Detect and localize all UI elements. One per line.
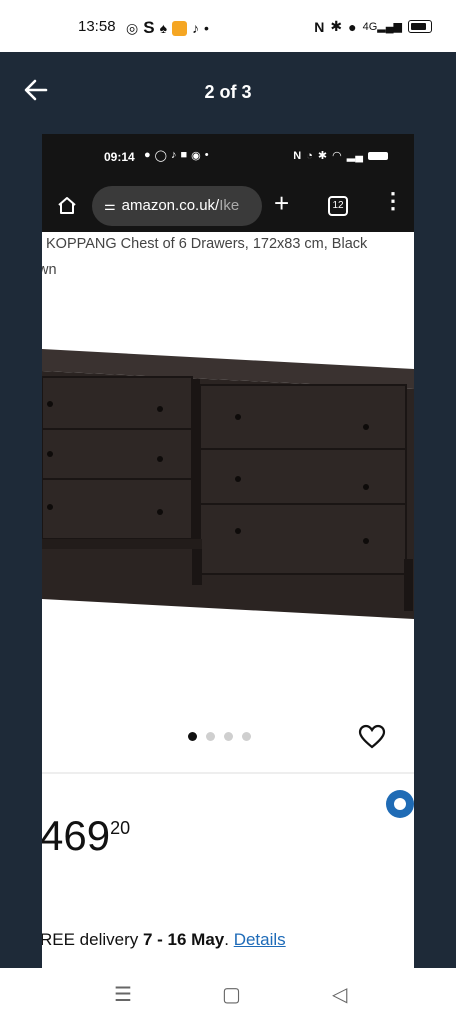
battery-icon <box>368 151 388 160</box>
home-button-icon[interactable]: ▢ <box>222 982 241 1007</box>
heart-icon[interactable] <box>358 724 386 750</box>
dot-icon: • <box>204 149 209 161</box>
image-viewer: 2 of 3 09:14 ● ◯ ♪ ■ ◉ • N ◔ ✱ ◠ ▂▄ ⚌ am… <box>0 52 456 968</box>
tiktok-icon: ♪ <box>192 20 199 36</box>
location-icon: ● <box>348 18 357 35</box>
new-tab-icon[interactable]: + <box>274 188 289 219</box>
product-title-continued: wn <box>42 262 57 278</box>
nfc-icon: N <box>293 149 302 162</box>
inner-status-time: 09:14 <box>104 150 135 164</box>
record-icon: ◉ <box>191 150 201 162</box>
floating-action-icon[interactable] <box>386 790 414 818</box>
delivery-dates: 7 - 16 May <box>142 930 225 949</box>
taobao-icon <box>172 20 187 36</box>
delivery-prefix: REE delivery <box>42 930 143 949</box>
navigation-bar: ☰ ▢ ◁ <box>0 968 456 1024</box>
inner-status-bar: 09:14 ● ◯ ♪ ■ ◉ • N ◔ ✱ ◠ ▂▄ <box>42 134 414 180</box>
address-bar[interactable]: ⚌ amazon.co.uk/Ike <box>92 186 262 226</box>
nfc-icon: N <box>314 18 325 35</box>
details-link[interactable]: Details <box>234 930 286 949</box>
back-icon[interactable]: ◁ <box>332 982 347 1007</box>
browser-toolbar: ⚌ amazon.co.uk/Ike + 12 ⋮ <box>42 180 414 232</box>
url-host: amazon.co.uk/ <box>121 197 220 214</box>
signal-icon: ▂▄ <box>346 150 363 162</box>
status-icons-left: ◎ S ♠ ♪ • <box>126 18 209 38</box>
bluetooth-icon: ✱ <box>330 18 343 34</box>
dot-icon: • <box>204 20 209 36</box>
home-icon[interactable] <box>56 194 78 216</box>
screenshot-image[interactable]: 09:14 ● ◯ ♪ ■ ◉ • N ◔ ✱ ◠ ▂▄ ⚌ amazon.co… <box>42 134 414 968</box>
image-counter: 2 of 3 <box>204 82 252 102</box>
signal-icon: 4G▂▄▆ <box>362 21 402 33</box>
carousel-dot[interactable] <box>224 732 233 741</box>
tiktok-icon: ♪ <box>170 149 177 161</box>
more-menu-icon[interactable]: ⋮ <box>382 188 404 214</box>
alarm-icon: ◔ <box>306 149 313 162</box>
battery-icon <box>408 20 432 33</box>
inner-status-icons-left: ● ◯ ♪ ■ ◉ • <box>144 149 209 162</box>
wifi-icon: ◠ <box>332 150 342 162</box>
divider <box>42 772 414 774</box>
delivery-info: REE delivery 7 - 16 May. Details <box>42 930 286 950</box>
image-carousel-dots[interactable] <box>188 732 251 741</box>
status-time: 13:58 <box>78 18 116 35</box>
price-fraction: 20 <box>110 818 131 838</box>
url-path: Ike <box>219 197 240 214</box>
inner-status-icons-right: N ◔ ✱ ◠ ▂▄ <box>293 149 388 162</box>
tab-switcher-button[interactable]: 12 <box>328 196 348 216</box>
price-main: 469 <box>42 812 111 859</box>
site-settings-icon[interactable]: ⚌ <box>104 186 116 226</box>
carousel-dot[interactable] <box>242 732 251 741</box>
delivery-sep: . <box>224 930 234 949</box>
bluetooth-icon: ✱ <box>317 150 328 162</box>
carousel-dot[interactable] <box>206 732 215 741</box>
s-app-icon: S <box>143 18 155 37</box>
status-icons-right: N ✱ ● 4G▂▄▆ <box>314 18 432 35</box>
at-icon: ◎ <box>126 19 139 36</box>
app-icon: ■ <box>180 149 188 161</box>
price: 46920 <box>42 812 130 860</box>
product-image[interactable] <box>42 349 414 619</box>
product-title: KOPPANG Chest of 6 Drawers, 172x83 cm, B… <box>46 236 368 252</box>
status-bar: 13:58 ◎ S ♠ ♪ • N ✱ ● 4G▂▄▆ <box>0 0 456 52</box>
recents-icon[interactable]: ☰ <box>114 982 132 1007</box>
whatsapp-icon: ◯ <box>154 150 167 162</box>
carousel-dot[interactable] <box>188 732 197 741</box>
chat-icon: ● <box>144 149 151 161</box>
flame-icon: ♠ <box>159 20 167 36</box>
